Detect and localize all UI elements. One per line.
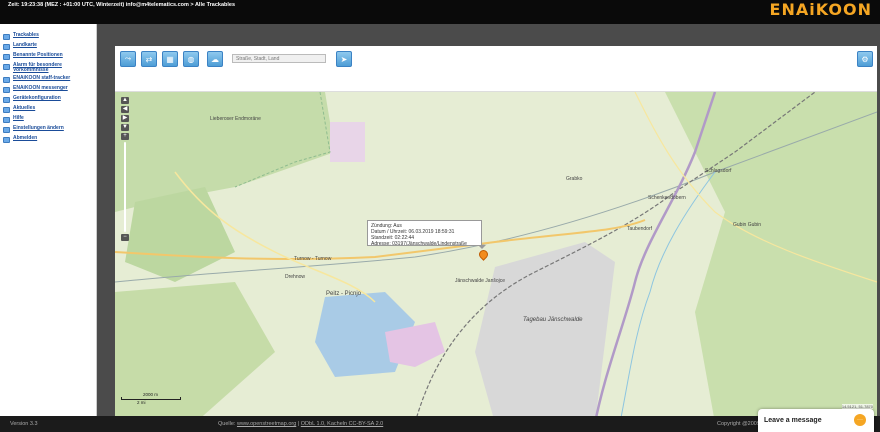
sidebar-item-label: Benannte Positionen [13, 52, 63, 58]
map-view[interactable]: ▲ ◀ ▶ ▼ + − Lieberoser Endmoräne Peitz -… [115, 92, 877, 423]
sidebar-item-trackables[interactable]: Trackables [0, 32, 96, 42]
sidebar-item-label: Gerätekonfiguration [13, 95, 61, 101]
chat-label: Leave a message [764, 417, 822, 424]
map-label: Turnow - Turnow [294, 256, 332, 262]
source-label: Quelle: [218, 421, 236, 427]
chat-widget[interactable]: Leave a message ··· [758, 409, 874, 432]
sidebar-item-staff-tracker[interactable]: ENAiKOON staff-tracker [0, 75, 96, 85]
sidebar-item-einstellungen[interactable]: Einstellungen ändern [0, 125, 96, 135]
pan-left-icon[interactable]: ◀ [121, 106, 129, 113]
map-tiles [115, 92, 877, 423]
zoom-control: ▲ ◀ ▶ ▼ + − [121, 97, 130, 243]
map-label: Tagebau Jänschwalde [523, 317, 583, 323]
folder-icon [3, 107, 10, 113]
folder-icon [3, 44, 10, 50]
chat-bubble-icon[interactable]: ··· [854, 414, 866, 426]
map-label: Jänschwalde Janšojce [455, 278, 506, 284]
map-label: Lieberoser Endmoräne [210, 116, 261, 122]
osm-link[interactable]: www.openstreetmap.org [237, 421, 296, 427]
map-label: Schenkendöbern [648, 195, 686, 201]
scale-bar: 2000 m 2 mi [121, 392, 181, 405]
footer: Version 3.3 Quelle: www.openstreetmap.or… [0, 416, 880, 432]
sidebar-item-label: Einstellungen ändern [13, 125, 64, 131]
sidebar-item-label: ENAiKOON staff-tracker [13, 75, 71, 81]
sidebar-item-geraetekonfiguration[interactable]: Gerätekonfiguration [0, 95, 96, 105]
sidebar-item-label: ENAiKOON messenger [13, 85, 68, 91]
folder-icon [3, 54, 10, 60]
scale-mi: 2 mi [137, 400, 146, 405]
folder-icon [3, 117, 10, 123]
sidebar-item-aktuelles[interactable]: Aktuelles [0, 105, 96, 115]
settings-icon[interactable]: ⚙ [857, 51, 873, 67]
folder-icon [3, 34, 10, 40]
zoom-in-icon[interactable]: + [121, 133, 129, 140]
search-input[interactable] [232, 54, 326, 63]
folder-icon [3, 87, 10, 93]
route-icon[interactable]: ⤳ [120, 51, 136, 67]
sidebar-item-benannte-positionen[interactable]: Benannte Positionen [0, 52, 96, 62]
map-label: Grabko [566, 176, 583, 182]
sidebar-item-abmelden[interactable]: Abmelden [0, 135, 96, 145]
popup-address: Adresse: 03197/Jänschwalde/Lindenstraße [371, 241, 467, 247]
sidebar-item-hilfe[interactable]: Hilfe [0, 115, 96, 125]
layers-icon[interactable]: ▦ [162, 51, 178, 67]
sidebar-item-label: Landkarte [13, 42, 37, 48]
content-area: ⤳ ⇄ ▦ ◍ ☁ ➤ ⚙ [97, 24, 880, 431]
folder-icon [3, 64, 10, 70]
sidebar-item-label: Abmelden [13, 135, 38, 141]
track-icon[interactable]: ⇄ [141, 51, 157, 67]
map-label: Taubendorf [627, 226, 653, 232]
folder-icon [3, 137, 10, 143]
pan-down-icon[interactable]: ▼ [121, 124, 129, 131]
copyright-text: Copyright @2009 [717, 421, 760, 427]
globe-icon[interactable]: ◍ [183, 51, 199, 67]
source-text: Quelle: www.openstreetmap.org | ODbL 1.0… [218, 421, 384, 427]
folder-icon [3, 127, 10, 133]
top-bar: Zeit: 19:23:38 (MEZ : +01:00 UTC, Winter… [0, 0, 880, 24]
zoom-slider[interactable] [124, 142, 126, 232]
pan-up-icon[interactable]: ▲ [121, 97, 129, 104]
map-label: Gubin Gubin [733, 222, 762, 228]
sidebar-item-label: Hilfe [13, 115, 24, 121]
sidebar-item-label: Trackables [13, 32, 39, 38]
enaikoon-logo: ENAiKOON [769, 0, 872, 19]
sidebar-item-label: Aktuelles [13, 105, 36, 111]
cloud-icon[interactable]: ☁ [207, 51, 223, 67]
sidebar-item-alarm[interactable]: Alarm für besondere Vorkommnisse [0, 62, 96, 75]
pan-right-icon[interactable]: ▶ [121, 115, 129, 122]
sidebar: Trackables Landkarte Benannte Positionen… [0, 24, 97, 416]
sidebar-item-messenger[interactable]: ENAiKOON messenger [0, 85, 96, 95]
position-popup: Zündung: Aus Datum / Uhrzeit: 06.03.2019… [367, 220, 486, 249]
map-toolbar: ⤳ ⇄ ▦ ◍ ☁ ➤ ⚙ [115, 46, 877, 92]
sidebar-item-label: Alarm für besondere Vorkommnisse [13, 62, 62, 73]
search-go-icon[interactable]: ➤ [336, 51, 352, 67]
map-label: Drehnow [285, 274, 306, 280]
folder-icon [3, 77, 10, 83]
license-link[interactable]: ODbL 1.0, Kacheln CC-BY-SA 2.0 [301, 421, 383, 427]
status-text: Zeit: 19:23:38 (MEZ : +01:00 UTC, Winter… [8, 2, 236, 8]
sidebar-item-landkarte[interactable]: Landkarte [0, 42, 96, 52]
map-label: Peitz - Picnjo [326, 291, 362, 297]
zoom-out-icon[interactable]: − [121, 234, 129, 241]
map-panel: ⤳ ⇄ ▦ ◍ ☁ ➤ ⚙ [115, 46, 877, 431]
folder-icon [3, 97, 10, 103]
map-label: Schlagsdorf [705, 168, 732, 174]
version-text: Version 3.3 [10, 421, 38, 427]
